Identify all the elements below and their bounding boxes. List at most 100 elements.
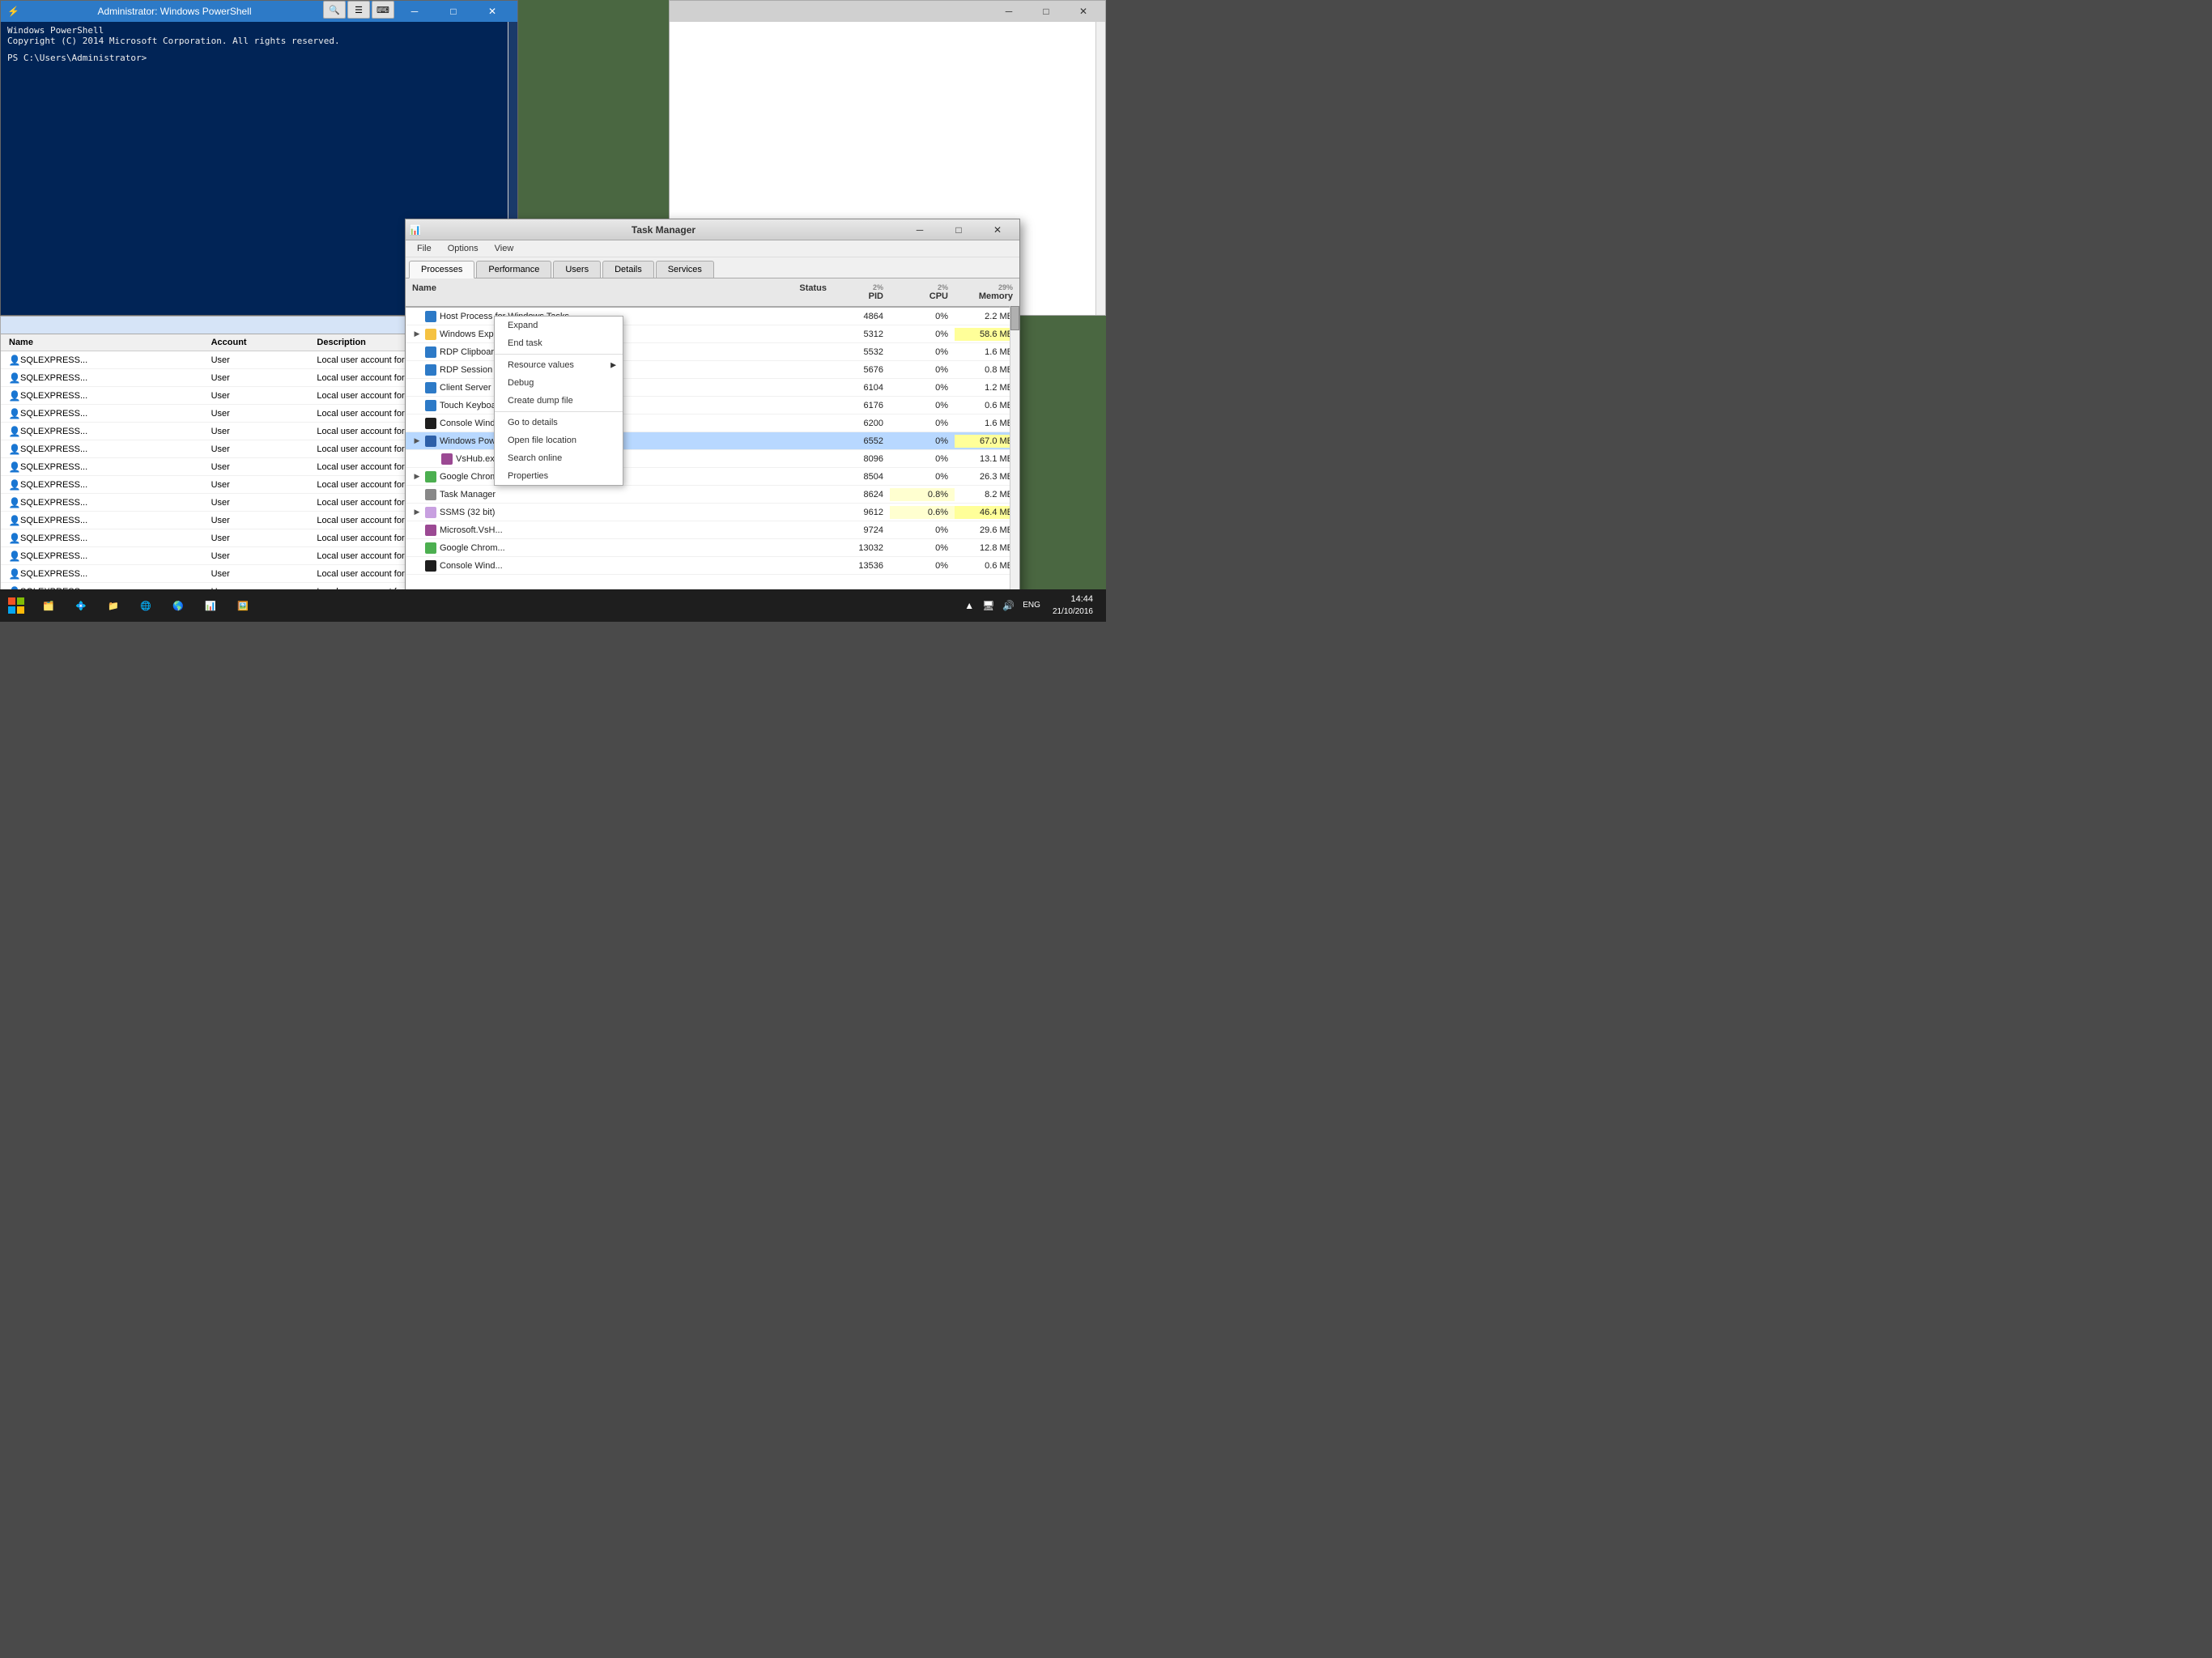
- mmc-cell-name: 👤 SQLEXPRESS...: [4, 496, 206, 509]
- tm-cell-cpu: 0%: [890, 363, 955, 376]
- tm-menu-view[interactable]: View: [487, 242, 522, 255]
- context-menu-item[interactable]: Go to details: [495, 414, 623, 432]
- context-menu-item[interactable]: Resource values: [495, 356, 623, 374]
- tm-cell-pid: 8624: [833, 488, 890, 501]
- tm-cell-status: [752, 440, 833, 443]
- tray-arrow[interactable]: ▲: [962, 598, 976, 613]
- tm-cell-cpu: 0%: [890, 399, 955, 412]
- bg-titlebar[interactable]: ─ □ ✕: [670, 1, 1105, 22]
- person-icon: 👤: [9, 497, 20, 508]
- tm-col-memory-label: Memory: [979, 291, 1013, 301]
- bg-close[interactable]: ✕: [1065, 1, 1102, 22]
- win-tile-3: [8, 606, 15, 614]
- taskbar-taskman-app[interactable]: 📊: [194, 589, 227, 622]
- taskbar-photo-app[interactable]: 🖼️: [227, 589, 259, 622]
- taskbar-explorer-app[interactable]: 📁: [97, 589, 130, 622]
- tm-cell-cpu: 0%: [890, 310, 955, 323]
- desktop: ⚡ Administrator: Windows PowerShell 🔍 ☰ …: [0, 0, 1106, 622]
- tm-process-row[interactable]: Microsoft.VsH... 9724 0% 29.6 MB: [406, 521, 1019, 539]
- context-menu-item[interactable]: Create dump file: [495, 392, 623, 410]
- process-icon-folder: [425, 329, 436, 340]
- tm-process-row[interactable]: Task Manager 8624 0.8% 8.2 MB: [406, 486, 1019, 504]
- tm-scrollbar-thumb[interactable]: [1010, 306, 1019, 330]
- context-menu-item[interactable]: Open file location: [495, 432, 623, 449]
- ps-minimize-btn[interactable]: ─: [396, 1, 433, 22]
- context-menu-item[interactable]: Debug: [495, 374, 623, 392]
- tm-cell-cpu: 0%: [890, 435, 955, 448]
- expand-btn[interactable]: ▶: [412, 508, 422, 517]
- mmc-cell-account: User: [206, 444, 313, 455]
- context-menu-item[interactable]: Search online: [495, 449, 623, 467]
- tm-col-memory[interactable]: 29% Memory: [955, 282, 1019, 303]
- taskbar: 🗂️ 💠 📁 🌐 🌎 📊 🖼️ ▲ 🖥 🔊 ENG 14:44 21/10/20…: [0, 589, 1106, 622]
- context-menu-item[interactable]: Expand: [495, 317, 623, 334]
- tm-process-row[interactable]: Google Chrom... 13032 0% 12.8 MB: [406, 539, 1019, 557]
- win-tile-1: [8, 597, 15, 605]
- taskbar-clock[interactable]: 14:44 21/10/2016: [1046, 593, 1100, 617]
- tm-col-pid[interactable]: 2% PID: [833, 282, 890, 303]
- process-icon-blue-sq: [425, 364, 436, 376]
- tm-maximize[interactable]: □: [940, 219, 977, 240]
- tm-col-status[interactable]: Status: [752, 282, 833, 303]
- ps-menu-btn[interactable]: ☰: [347, 1, 370, 19]
- tm-titlebar[interactable]: 📊 Task Manager ─ □ ✕: [406, 219, 1019, 240]
- ps-close-btn[interactable]: ✕: [474, 1, 511, 22]
- tm-col-name[interactable]: Name: [406, 282, 752, 303]
- tm-minimize[interactable]: ─: [901, 219, 938, 240]
- ps-maximize-btn[interactable]: □: [435, 1, 472, 22]
- mmc-cell-name: 👤 SQLEXPRESS...: [4, 514, 206, 527]
- tm-close[interactable]: ✕: [979, 219, 1016, 240]
- tm-scrollbar[interactable]: [1010, 306, 1019, 597]
- ps-line2: Copyright (C) 2014 Microsoft Corporation…: [7, 36, 511, 46]
- tm-menu-options[interactable]: Options: [440, 242, 487, 255]
- tm-title: Task Manager: [426, 224, 901, 236]
- tm-menu-file[interactable]: File: [409, 242, 440, 255]
- tm-cell-cpu: 0%: [890, 559, 955, 572]
- mmc-cell-account: User: [206, 461, 313, 473]
- ps-titlebar[interactable]: ⚡ Administrator: Windows PowerShell 🔍 ☰ …: [1, 1, 517, 22]
- tray-lang[interactable]: ENG: [1020, 599, 1043, 611]
- ps-line1: Windows PowerShell: [7, 25, 511, 36]
- context-menu-separator: [495, 411, 623, 412]
- tm-cell-name: ▶ SSMS (32 bit): [406, 505, 752, 520]
- mmc-cell-account: User: [206, 426, 313, 437]
- bg-scrollbar[interactable]: [1095, 22, 1105, 315]
- tab-details[interactable]: Details: [602, 261, 654, 278]
- tm-cell-cpu: 0.8%: [890, 488, 955, 501]
- mmc-cell-name: 👤 SQLEXPRESS...: [4, 372, 206, 385]
- tray-volume[interactable]: 🔊: [1000, 598, 1017, 613]
- tab-processes[interactable]: Processes: [409, 261, 474, 278]
- taskbar-ie-app[interactable]: 🌎: [162, 589, 194, 622]
- tm-cell-cpu: 0%: [890, 524, 955, 537]
- tm-process-row[interactable]: ▶ SSMS (32 bit) 9612 0.6% 46.4 MB: [406, 504, 1019, 521]
- process-icon-sql: [425, 507, 436, 518]
- tm-cell-status: [752, 422, 833, 425]
- context-menu-item[interactable]: End task: [495, 334, 623, 352]
- bg-maximize[interactable]: □: [1027, 1, 1065, 22]
- mmc-cell-account: User: [206, 497, 313, 508]
- tm-col-cpu[interactable]: 2% CPU: [890, 282, 955, 303]
- process-icon-blue-sq: [425, 400, 436, 411]
- ps-keyboard-btn[interactable]: ⌨: [372, 1, 394, 19]
- mmc-cell-name: 👤 SQLEXPRESS...: [4, 407, 206, 420]
- taskbar-file-explorer-pin[interactable]: 🗂️: [32, 589, 65, 622]
- expand-btn[interactable]: ▶: [412, 436, 422, 446]
- start-button[interactable]: [0, 589, 32, 622]
- expand-btn[interactable]: ▶: [412, 472, 422, 482]
- mmc-cell-account: User: [206, 372, 313, 384]
- bg-minimize[interactable]: ─: [990, 1, 1027, 22]
- tm-process-row[interactable]: Console Wind... 13536 0% 0.6 MB: [406, 557, 1019, 575]
- tab-services[interactable]: Services: [656, 261, 714, 278]
- tab-performance[interactable]: Performance: [476, 261, 551, 278]
- tm-cell-pid: 6552: [833, 435, 890, 448]
- expand-btn[interactable]: ▶: [412, 329, 422, 339]
- ps-line3: [7, 46, 511, 53]
- ps-search-btn[interactable]: 🔍: [323, 1, 346, 19]
- taskbar-chrome-app[interactable]: 🌐: [130, 589, 162, 622]
- person-icon: 👤: [9, 568, 20, 580]
- context-menu-item[interactable]: Properties: [495, 467, 623, 485]
- tray-network[interactable]: 🖥: [980, 598, 997, 613]
- mmc-cell-name: 👤 SQLEXPRESS...: [4, 461, 206, 474]
- taskbar-powershell-pin[interactable]: 💠: [65, 589, 97, 622]
- tab-users[interactable]: Users: [553, 261, 601, 278]
